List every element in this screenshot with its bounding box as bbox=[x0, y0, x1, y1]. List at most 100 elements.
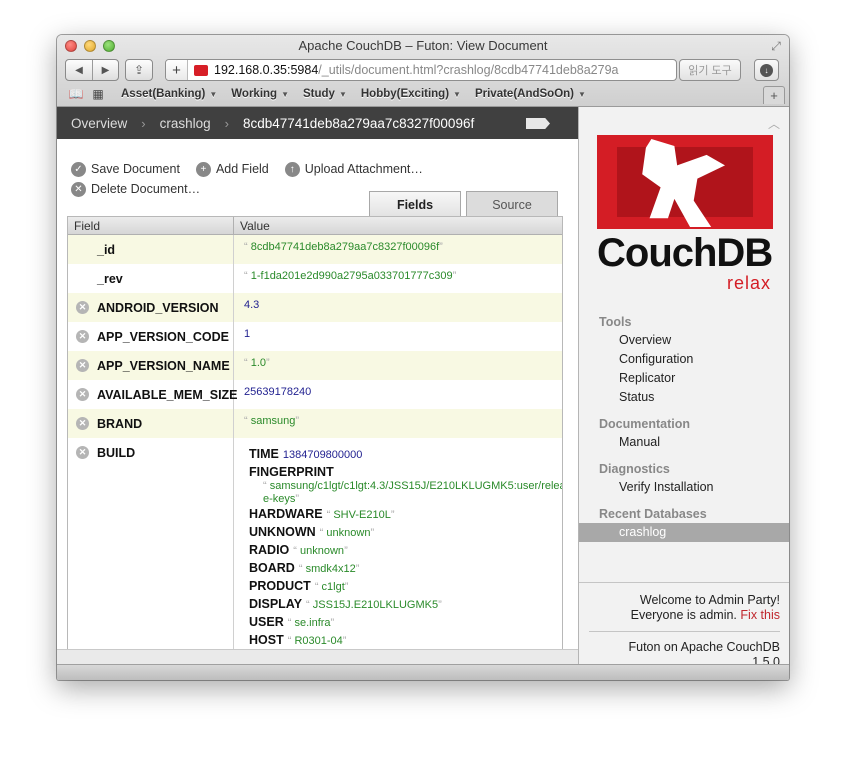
subfield-user: USER se.infra bbox=[249, 614, 562, 632]
sidebar-item-overview[interactable]: Overview bbox=[579, 331, 789, 350]
downloads-button[interactable]: ↓ bbox=[754, 59, 779, 81]
delete-document-button[interactable]: ✕ Delete Document… bbox=[71, 181, 201, 197]
sidebar-item-replicator[interactable]: Replicator bbox=[579, 369, 789, 388]
subfield-key[interactable]: HARDWARE bbox=[249, 507, 323, 521]
back-button[interactable]: ◀ bbox=[66, 60, 92, 80]
collapse-sidebar-icon[interactable]: ︿ bbox=[767, 115, 781, 131]
address-path: /_utils/document.html?crashlog/8cdb47741… bbox=[318, 63, 619, 77]
subfield-value[interactable]: unknown bbox=[293, 545, 347, 557]
sidebar-item-configuration[interactable]: Configuration bbox=[579, 350, 789, 369]
subfield-value[interactable]: smdk4x12 bbox=[299, 563, 360, 575]
delete-field-icon[interactable]: ✕ bbox=[76, 301, 89, 314]
table-row: ✕ AVAILABLE_MEM_SIZE 25639178240 bbox=[68, 380, 562, 409]
subfield-value[interactable]: samsung/c1lgt/c1lgt:4.3/JSS15J/E210LKLUG… bbox=[249, 480, 562, 506]
new-tab-button[interactable]: + bbox=[763, 86, 785, 104]
sidebar-item-status[interactable]: Status bbox=[579, 388, 789, 407]
subfield-key[interactable]: RADIO bbox=[249, 543, 289, 557]
tab-fields[interactable]: Fields bbox=[369, 191, 461, 216]
subfield-value[interactable]: c1lgt bbox=[315, 581, 349, 593]
add-field-button[interactable]: + Add Field bbox=[195, 161, 269, 177]
field-key[interactable]: AVAILABLE_MEM_SIZE bbox=[97, 388, 238, 402]
subfield-value[interactable]: R0301-04 bbox=[288, 635, 347, 647]
share-icon: ⇪ bbox=[133, 63, 145, 77]
column-header-value: Value bbox=[240, 219, 270, 233]
fullscreen-icon[interactable]: ⤢ bbox=[769, 39, 783, 53]
field-value[interactable]: samsung bbox=[244, 415, 299, 427]
logo-wordmark: CouchDB bbox=[597, 231, 773, 275]
field-value[interactable]: 25639178240 bbox=[244, 386, 311, 398]
delete-field-icon[interactable]: ✕ bbox=[76, 359, 89, 372]
main-panel: Overview › crashlog › 8cdb47741deb8a279a… bbox=[57, 107, 578, 664]
bookmark-label: Asset(Banking) bbox=[121, 88, 206, 100]
browser-window: Apache CouchDB – Futon: View Document ⤢ … bbox=[57, 35, 789, 680]
subfield-key[interactable]: UNKNOWN bbox=[249, 525, 316, 539]
delete-field-icon[interactable]: ✕ bbox=[76, 417, 89, 430]
field-value[interactable]: 8cdb47741deb8a279aa7c8327f00096f bbox=[244, 241, 443, 253]
subfield-key[interactable]: USER bbox=[249, 615, 284, 629]
delete-document-label: Delete Document… bbox=[91, 182, 201, 196]
field-value[interactable]: 1 bbox=[244, 328, 250, 340]
field-key[interactable]: ANDROID_VERSION bbox=[97, 301, 219, 315]
subfield-key[interactable]: PRODUCT bbox=[249, 579, 311, 593]
subfield-value[interactable]: unknown bbox=[320, 527, 374, 539]
field-key[interactable]: BUILD bbox=[97, 446, 135, 460]
futon-label: Futon on Apache CouchDB bbox=[628, 640, 781, 654]
field-key: _id bbox=[97, 242, 116, 257]
fix-this-link[interactable]: Fix this bbox=[740, 608, 780, 622]
breadcrumb-overview[interactable]: Overview bbox=[71, 116, 127, 131]
bookmark-folder[interactable]: Hobby(Exciting) ▼ bbox=[361, 88, 461, 100]
check-icon: ✓ bbox=[71, 161, 86, 177]
breadcrumb: Overview › crashlog › 8cdb47741deb8a279a… bbox=[57, 107, 578, 139]
bookmark-folder[interactable]: Private(AndSoOn) ▼ bbox=[475, 88, 586, 100]
reader-button[interactable]: 읽기 도구 bbox=[679, 59, 741, 81]
breadcrumb-database[interactable]: crashlog bbox=[160, 116, 211, 131]
delete-field-icon[interactable]: ✕ bbox=[76, 388, 89, 401]
version-label: 1.5.0 bbox=[752, 655, 780, 664]
subfield-board: BOARD smdk4x12 bbox=[249, 560, 562, 578]
tab-source[interactable]: Source bbox=[466, 191, 558, 216]
address-bar[interactable]: + 192.168.0.35:5984 /_utils/document.htm… bbox=[165, 59, 677, 81]
field-key[interactable]: BRAND bbox=[97, 417, 142, 431]
bookmark-folder[interactable]: Asset(Banking) ▼ bbox=[121, 88, 217, 100]
table-row: ✕ APP_VERSION_CODE 1 bbox=[68, 322, 562, 351]
bookmark-folder[interactable]: Study ▼ bbox=[303, 88, 347, 100]
field-key: _rev bbox=[97, 271, 123, 286]
add-bookmark-button[interactable]: + bbox=[166, 60, 188, 80]
subfield-fingerprint: FINGERPRINTsamsung/c1lgt/c1lgt:4.3/JSS15… bbox=[249, 464, 562, 506]
field-value[interactable]: 4.3 bbox=[244, 299, 259, 311]
sidebar-item-verify-installation[interactable]: Verify Installation bbox=[579, 478, 789, 497]
subfield-value[interactable]: se.infra bbox=[288, 617, 334, 629]
table-header: Field Value bbox=[68, 217, 562, 235]
upload-attachment-button[interactable]: ↑ Upload Attachment… bbox=[284, 161, 423, 177]
add-field-label: Add Field bbox=[215, 162, 269, 176]
horizontal-scrollbar[interactable] bbox=[57, 649, 578, 664]
subfield-key[interactable]: HOST bbox=[249, 633, 284, 647]
save-document-button[interactable]: ✓ Save Document bbox=[71, 161, 180, 177]
delete-icon: ✕ bbox=[71, 181, 86, 197]
upload-attachment-label: Upload Attachment… bbox=[304, 162, 423, 176]
subfield-key[interactable]: DISPLAY bbox=[249, 597, 302, 611]
bookmark-folder[interactable]: Working ▼ bbox=[231, 88, 289, 100]
top-sites-grid-icon[interactable]: ▦ bbox=[89, 87, 107, 101]
forward-button[interactable]: ▶ bbox=[92, 60, 118, 80]
field-key[interactable]: APP_VERSION_NAME bbox=[97, 359, 230, 373]
subfield-value[interactable]: 1384709800000 bbox=[283, 449, 363, 461]
delete-field-icon[interactable]: ✕ bbox=[76, 446, 89, 459]
subfield-value[interactable]: JSS15J.E210LKLUGMK5 bbox=[306, 599, 442, 611]
bookmark-label: Study bbox=[303, 88, 335, 100]
subfield-key[interactable]: FINGERPRINT bbox=[249, 464, 562, 480]
subfield-key[interactable]: TIME bbox=[249, 447, 279, 461]
view-tabs: Fields Source bbox=[369, 191, 563, 216]
subfield-key[interactable]: BOARD bbox=[249, 561, 295, 575]
field-value[interactable]: 1.0 bbox=[244, 357, 270, 369]
sidebar-item-crashlog[interactable]: crashlog bbox=[579, 523, 789, 542]
field-key[interactable]: APP_VERSION_CODE bbox=[97, 330, 229, 344]
table-row: _rev 1-f1da201e2d990a2795a033701777c309 bbox=[68, 264, 562, 293]
field-value[interactable]: 1-f1da201e2d990a2795a033701777c309 bbox=[244, 270, 456, 282]
subfield-value[interactable]: SHV-E210L bbox=[327, 509, 395, 521]
delete-field-icon[interactable]: ✕ bbox=[76, 330, 89, 343]
sidebar-item-manual[interactable]: Manual bbox=[579, 433, 789, 452]
couchdb-logo[interactable]: CouchDB relax bbox=[597, 135, 773, 293]
reading-list-icon[interactable]: 📖 bbox=[67, 87, 85, 101]
share-button[interactable]: ⇪ bbox=[126, 60, 152, 80]
